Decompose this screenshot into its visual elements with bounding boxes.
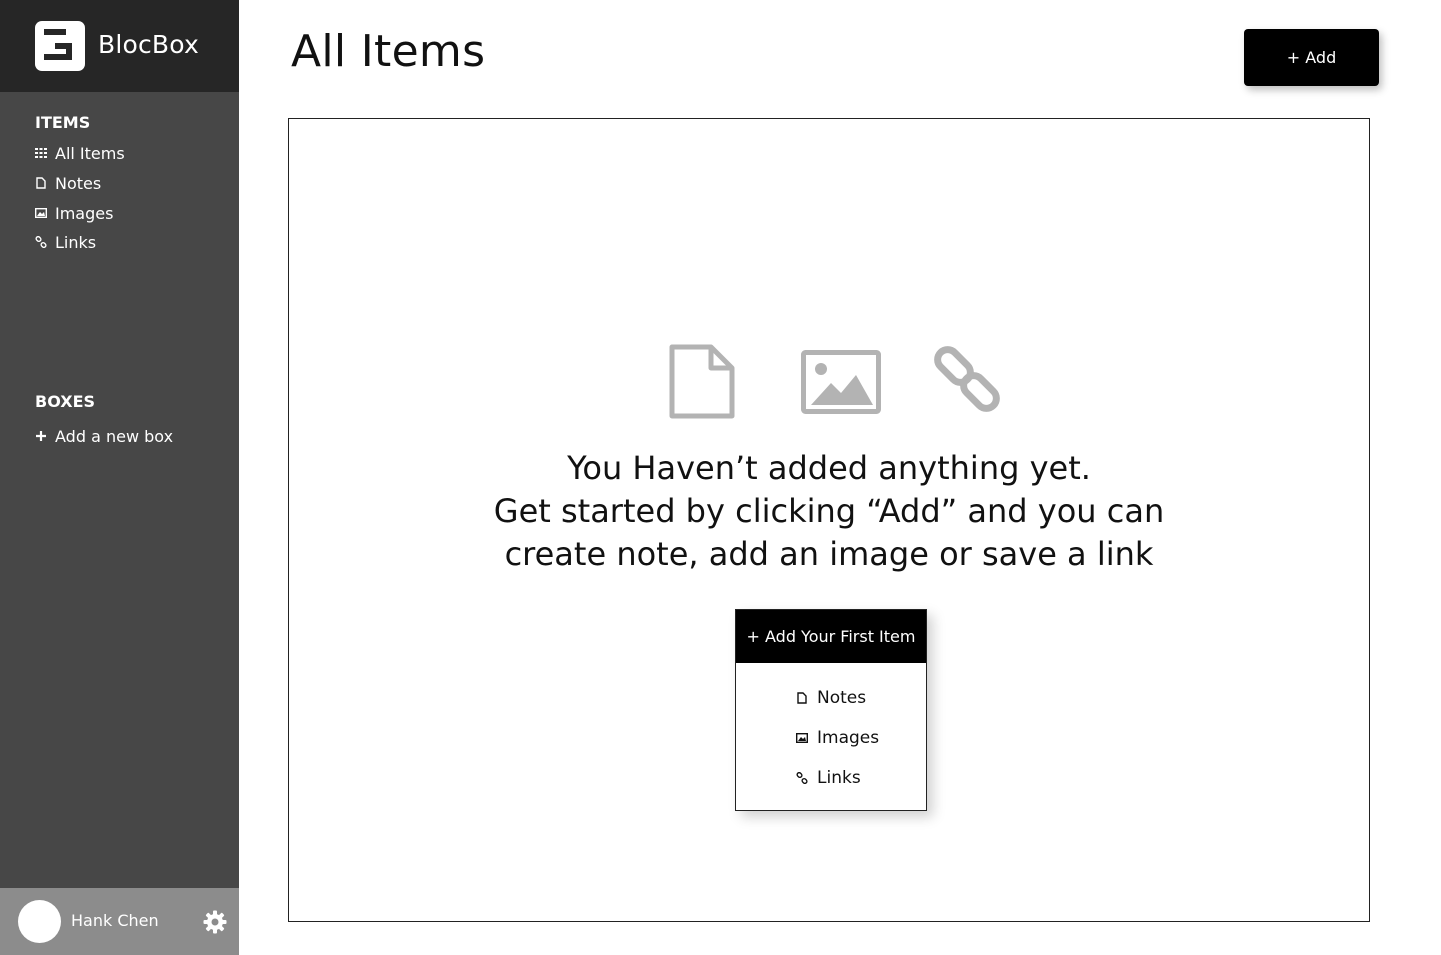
add-box-button[interactable]: Add a new box: [35, 424, 173, 448]
image-icon: [796, 732, 808, 744]
empty-state-line: You Haven’t added anything yet.: [567, 449, 1091, 487]
image-icon: [35, 207, 47, 219]
empty-state-line: Get started by clicking “Add” and you ca…: [493, 492, 1165, 530]
sidebar-item-label: Links: [55, 232, 97, 252]
grid-icon: [35, 147, 47, 159]
sidebar-item-label: Notes: [55, 173, 102, 193]
note-icon: [35, 177, 47, 189]
menu-item-label: Links: [817, 768, 861, 788]
menu-item-label: Notes: [817, 688, 867, 708]
add-button[interactable]: + Add: [1244, 29, 1379, 86]
menu-item-images[interactable]: Images: [796, 726, 879, 750]
gear-icon[interactable]: [203, 910, 227, 934]
add-first-item-dropdown: + Add Your First Item Notes Images Links: [735, 609, 927, 811]
empty-state-icons: [289, 344, 1369, 419]
link-icon: [934, 346, 1000, 412]
sidebar-item-notes[interactable]: Notes: [35, 171, 101, 195]
empty-state-line: create note, add an image or save a link: [504, 535, 1154, 573]
sidebar-item-all-items[interactable]: All Items: [35, 141, 125, 165]
link-icon: [796, 772, 808, 784]
empty-state-message: You Haven’t added anything yet. Get star…: [289, 447, 1369, 576]
brand-name: BlocBox: [98, 30, 200, 59]
avatar[interactable]: [18, 900, 61, 943]
user-name: Hank Chen: [71, 911, 159, 930]
image-icon: [801, 350, 881, 414]
plus-icon: [35, 430, 47, 442]
menu-item-links[interactable]: Links: [796, 766, 861, 790]
sidebar: BlocBox ITEMS All Items Notes Images Lin…: [0, 0, 239, 955]
link-icon: [35, 236, 47, 248]
sidebar-item-label: Images: [55, 203, 114, 223]
page-title: All Items: [291, 26, 486, 77]
user-bar: Hank Chen: [0, 888, 239, 955]
boxes-section-title: BOXES: [35, 392, 96, 411]
add-first-item-button[interactable]: + Add Your First Item: [736, 610, 926, 663]
items-panel: You Haven’t added anything yet. Get star…: [288, 118, 1370, 922]
note-icon: [796, 692, 808, 704]
add-box-label: Add a new box: [55, 426, 174, 446]
sidebar-item-label: All Items: [55, 143, 125, 163]
sidebar-item-images[interactable]: Images: [35, 201, 113, 225]
note-icon: [669, 344, 735, 419]
sidebar-item-links[interactable]: Links: [35, 230, 96, 254]
blocbox-logo-icon: [35, 21, 85, 71]
menu-item-label: Images: [817, 728, 880, 748]
menu-item-notes[interactable]: Notes: [796, 686, 866, 710]
items-section-title: ITEMS: [35, 113, 91, 132]
brand-header[interactable]: BlocBox: [0, 0, 239, 92]
